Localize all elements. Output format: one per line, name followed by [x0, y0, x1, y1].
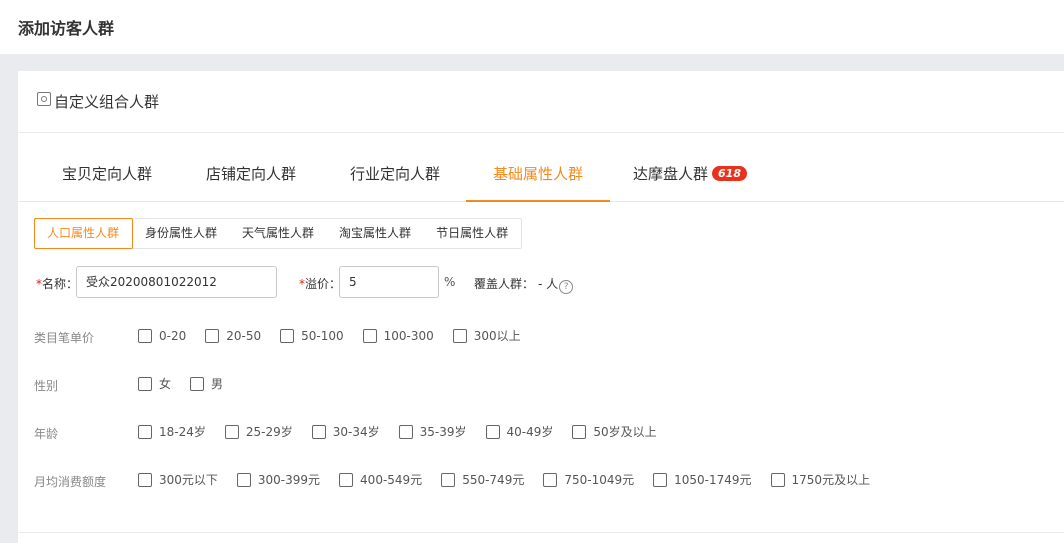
checkbox-label: 1750元及以上	[791, 473, 871, 487]
premium-input[interactable]: 5	[339, 266, 439, 298]
custom-audience-card: 自定义组合人群 宝贝定向人群 店铺定向人群 行业定向人群 基础属性人群 达摩盘人…	[18, 71, 1064, 543]
checkbox[interactable]	[138, 376, 152, 391]
percent-unit: %	[444, 275, 456, 289]
checkbox-label: 100-300	[383, 328, 434, 343]
name-label: *名称：	[36, 275, 78, 292]
checkbox-label: 300元以下	[159, 473, 218, 487]
checkbox-option[interactable]: 750-1049元	[543, 471, 634, 488]
tab-shop-audience[interactable]: 店铺定向人群	[202, 133, 300, 201]
subtab-identity[interactable]: 身份属性人群	[133, 219, 230, 248]
question-circle-icon[interactable]: ?	[559, 280, 574, 294]
checkbox-label: 1050-1749元	[674, 473, 752, 487]
divider	[18, 532, 1064, 533]
coverage-label: 覆盖人群：	[474, 277, 535, 291]
checkbox-option[interactable]: 300-399元	[236, 471, 321, 488]
checkbox[interactable]	[653, 472, 668, 487]
tab-basic-attribute-audience[interactable]: 基础属性人群	[466, 133, 610, 202]
name-input[interactable]: 受众20200801022012	[76, 266, 277, 298]
checkbox-label: 550-749元	[462, 473, 525, 487]
subtab-holiday[interactable]: 节日属性人群	[424, 219, 521, 248]
tab-damopan-audience[interactable]: 达摩盘人群 618	[633, 133, 763, 201]
page-title: 添加访客人群	[18, 19, 115, 38]
checkbox[interactable]	[362, 328, 377, 343]
badge-618: 618	[712, 165, 747, 181]
checkbox[interactable]	[138, 424, 152, 439]
coverage-value: - 人?	[538, 275, 574, 294]
checkbox[interactable]	[280, 328, 295, 343]
top-bar: 添加访客人群	[0, 0, 1064, 54]
checkbox-option[interactable]: 男	[190, 375, 223, 392]
checkbox-label: 男	[211, 377, 224, 391]
card-title: 自定义组合人群	[54, 93, 160, 111]
subtab-taobao[interactable]: 淘宝属性人群	[327, 219, 424, 248]
checkbox-label: 300-399元	[257, 473, 321, 487]
subtab-weather[interactable]: 天气属性人群	[230, 219, 327, 248]
checkbox-label: 300以上	[473, 329, 521, 343]
checkbox-option[interactable]: 30-34岁	[311, 423, 380, 440]
checkbox-option[interactable]: 女	[138, 375, 171, 392]
tab-damopan-label: 达摩盘人群	[633, 165, 709, 183]
subtab-population[interactable]: 人口属性人群	[34, 218, 134, 249]
checkbox-option[interactable]: 35-39岁	[398, 423, 467, 440]
checkbox-label: 35-39岁	[419, 425, 467, 439]
checkbox[interactable]	[224, 424, 239, 439]
checkbox-option[interactable]: 40-49岁	[485, 423, 554, 440]
checkbox-label: 400-549元	[360, 473, 423, 487]
filter-label: 年龄	[34, 427, 59, 441]
checkbox[interactable]	[543, 472, 558, 487]
portrait-icon	[37, 92, 51, 106]
checkbox-option[interactable]: 400-549元	[339, 471, 422, 488]
checkbox-label: 18-24岁	[159, 425, 206, 439]
tab-item-audience[interactable]: 宝贝定向人群	[58, 133, 156, 201]
premium-label-text: 溢价：	[305, 277, 342, 291]
premium-label: *溢价：	[299, 275, 341, 292]
checkbox[interactable]	[398, 424, 413, 439]
checkbox[interactable]	[205, 328, 220, 343]
filter-label: 性别	[34, 379, 59, 393]
checkbox-option[interactable]: 100-300	[362, 327, 434, 344]
checkbox[interactable]	[190, 376, 205, 391]
checkbox-option[interactable]: 550-749元	[441, 471, 524, 488]
checkbox[interactable]	[138, 328, 152, 343]
filter-label: 类目笔单价	[34, 331, 95, 345]
checkbox-option[interactable]: 1750元及以上	[770, 471, 871, 488]
checkbox-option[interactable]: 18-24岁	[138, 423, 206, 440]
name-label-text: 名称：	[42, 277, 79, 291]
checkbox-option[interactable]: 50岁及以上	[572, 423, 657, 440]
checkbox-option[interactable]: 1050-1749元	[653, 471, 752, 488]
checkbox[interactable]	[572, 424, 587, 439]
checkbox-option[interactable]: 0-20	[138, 327, 186, 344]
checkbox-label: 女	[159, 377, 172, 391]
audience-tabs: 宝贝定向人群 店铺定向人群 行业定向人群 基础属性人群 达摩盘人群 618	[18, 133, 1064, 202]
checkbox-option[interactable]: 20-50	[205, 327, 261, 344]
checkbox[interactable]	[770, 472, 785, 487]
checkbox-label: 750-1049元	[564, 473, 635, 487]
checkbox-option[interactable]: 25-29岁	[224, 423, 293, 440]
checkbox[interactable]	[311, 424, 326, 439]
checkbox-option[interactable]: 300以上	[452, 327, 521, 344]
attribute-subtabs: 人口属性人群 身份属性人群 天气属性人群 淘宝属性人群 节日属性人群	[34, 218, 523, 249]
card-header: 自定义组合人群	[18, 71, 1064, 133]
checkbox[interactable]	[138, 472, 152, 487]
checkbox-label: 20-50	[226, 328, 262, 343]
checkbox-label: 0-20	[159, 328, 187, 343]
checkbox-option[interactable]: 50-100	[280, 327, 344, 344]
checkbox[interactable]	[441, 472, 456, 487]
tab-industry-audience[interactable]: 行业定向人群	[346, 133, 444, 201]
checkbox-option[interactable]: 300元以下	[138, 471, 218, 488]
checkbox-label: 40-49岁	[506, 425, 554, 439]
checkbox[interactable]	[236, 472, 251, 487]
checkbox-label: 30-34岁	[332, 425, 380, 439]
checkbox-label: 50-100	[301, 328, 344, 343]
coverage-count: - 人	[538, 277, 559, 291]
checkbox[interactable]	[485, 424, 500, 439]
checkbox[interactable]	[452, 328, 467, 343]
checkbox-label: 25-29岁	[245, 425, 293, 439]
checkbox[interactable]	[339, 472, 354, 487]
filter-label: 月均消费额度	[34, 475, 107, 489]
checkbox-label: 50岁及以上	[593, 425, 657, 439]
